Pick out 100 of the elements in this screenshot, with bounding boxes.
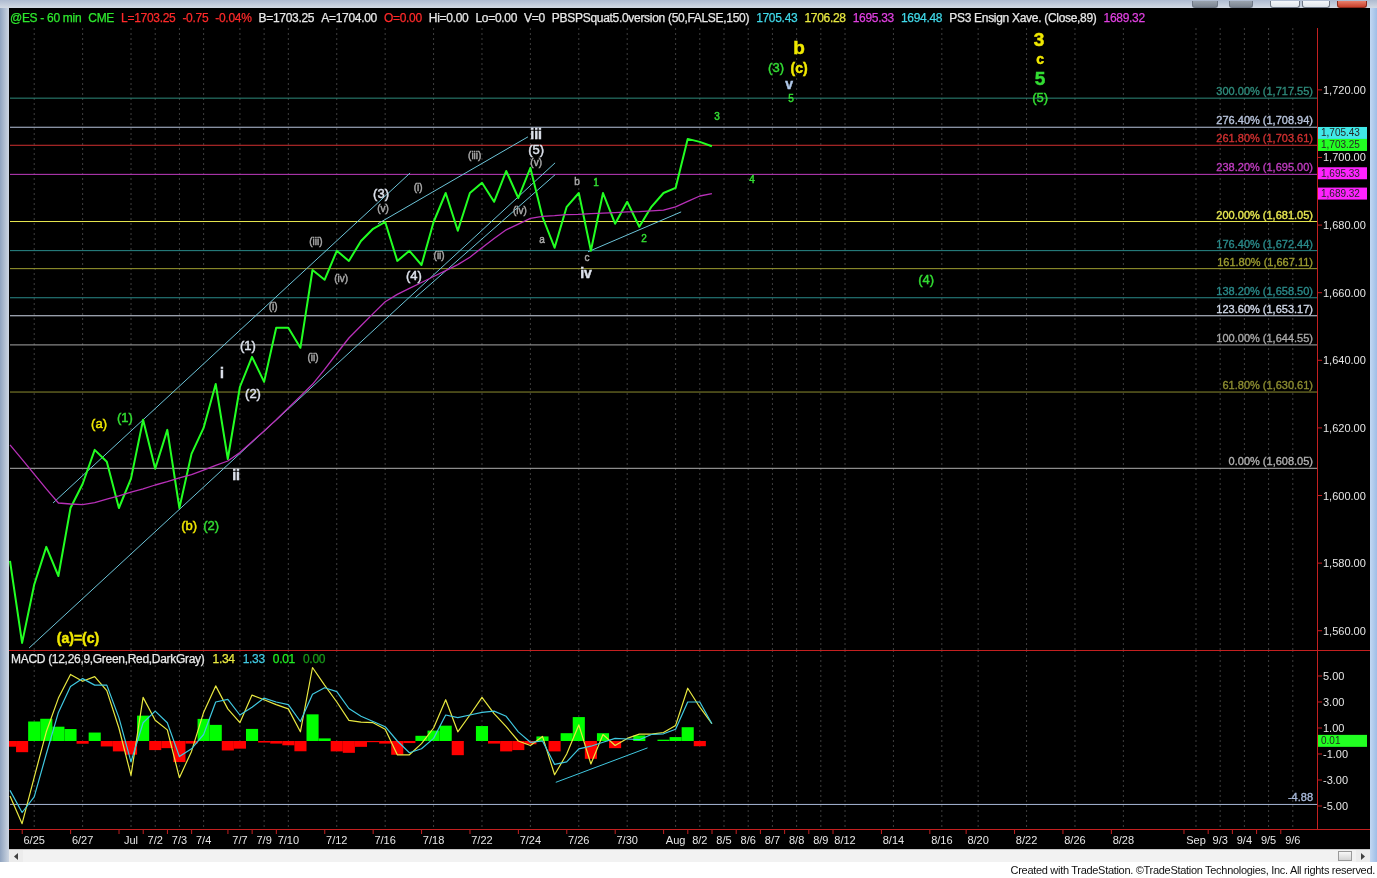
- quote-text: 1705.43: [756, 11, 798, 25]
- date-label: 7/3: [171, 834, 188, 846]
- date-label: 7/30: [616, 834, 638, 846]
- quote-text: Hi=0.00: [428, 11, 469, 25]
- wave-label: (b): [181, 518, 198, 534]
- date-label: 7/12: [326, 834, 348, 846]
- macd-axis-label: 1.00: [1323, 722, 1345, 734]
- quote-text: PS3 Ensign Xave. (Close,89): [949, 11, 1097, 25]
- wave-label: (c): [790, 59, 808, 76]
- indicator-label: 0.00: [303, 652, 326, 666]
- wave-label: iv: [580, 264, 592, 281]
- window-button[interactable]: [1302, 1, 1330, 8]
- date-label: 8/7: [764, 834, 781, 846]
- reference-label: -4.88: [1287, 791, 1313, 804]
- wave-label: (5): [1032, 89, 1049, 105]
- date-label: 8/28: [1112, 834, 1135, 846]
- histogram-bar: [633, 735, 646, 741]
- price-marker: 1,695.33: [1318, 167, 1367, 180]
- date-label: 8/16: [931, 834, 953, 846]
- fib-label: 138.20% (1,658.50): [1216, 284, 1313, 297]
- macd-axis-label: 3.00: [1323, 696, 1345, 708]
- macd-axis-label: -1.00: [1323, 748, 1349, 760]
- quote-text: 1694.48: [900, 11, 943, 25]
- wave-label: 5: [1034, 68, 1046, 90]
- fib-label: 100.00% (1,644.55): [1216, 331, 1313, 344]
- scroll-right-button[interactable]: [1356, 850, 1370, 862]
- scrollbar[interactable]: [9, 849, 1370, 862]
- date-label: 7/7: [232, 834, 248, 846]
- wave-label: (2): [245, 386, 261, 402]
- wave-label: 3: [714, 111, 720, 123]
- close-button[interactable]: [1337, 1, 1367, 8]
- wave-label: (2): [203, 518, 220, 534]
- wave-label: 5: [788, 92, 794, 104]
- date-label: 8/14: [882, 834, 905, 846]
- wave-label: i: [220, 364, 224, 381]
- wave-label: (1): [117, 410, 133, 426]
- quote-text: @ES - 60 min: [10, 11, 82, 25]
- date-label: 8/26: [1064, 834, 1086, 846]
- macd-axis-label: -5.00: [1323, 800, 1349, 812]
- date-label: 8/9: [813, 834, 829, 846]
- window-button[interactable]: [1270, 1, 1300, 8]
- date-label: 6/27: [71, 834, 94, 846]
- value-marker: 0.01: [1318, 734, 1367, 747]
- quote-text: 1706.28: [804, 11, 846, 25]
- fib-label: 161.80% (1,667.11): [1217, 255, 1313, 268]
- wave-label: (v): [530, 156, 542, 168]
- quote-text: O=0.00: [383, 11, 422, 25]
- wave-label: (v): [377, 203, 389, 215]
- date-label: 9/3: [1212, 834, 1228, 846]
- date-label: 7/4: [196, 834, 212, 846]
- wave-label: (4): [406, 268, 422, 284]
- quote-text: 1695.33: [852, 11, 894, 25]
- wave-label: (iii): [468, 150, 482, 162]
- fib-label: 61.80% (1,630.61): [1222, 379, 1313, 392]
- indicator-label: 1.33: [242, 652, 265, 666]
- price-axis-label: 1,660.00: [1323, 286, 1366, 299]
- date-label: 9/5: [1260, 834, 1277, 846]
- indicator-label: MACD (12,26,9,Green,Red,DarkGray): [11, 652, 205, 666]
- price-axis-label: 1,620.00: [1323, 421, 1366, 434]
- price-axis-label: 1,580.00: [1323, 557, 1366, 570]
- price-axis-label: 1,560.00: [1323, 624, 1366, 637]
- wave-label: (iv): [334, 273, 349, 285]
- wave-label: 4: [749, 174, 755, 186]
- right-arrow-icon: [1361, 852, 1365, 860]
- wave-label: b: [793, 37, 805, 59]
- wave-label: c: [584, 252, 590, 264]
- quote-text: L=1703.25: [121, 11, 176, 25]
- wave-label: (1): [240, 338, 256, 354]
- macd-axis-label: 5.00: [1323, 670, 1345, 682]
- date-label: 8/20: [967, 834, 989, 846]
- scrollbar-thumb[interactable]: [1338, 851, 1352, 861]
- price-marker: 1,705.43: [1318, 126, 1367, 139]
- wave-label: b: [574, 176, 580, 188]
- wave-label: (iv): [513, 205, 527, 217]
- window-button[interactable]: [1192, 1, 1218, 8]
- date-label: 7/10: [277, 834, 300, 846]
- wave-label: (3): [373, 186, 389, 202]
- price-marker: 1,689.32: [1318, 187, 1367, 200]
- quote-text: V=0: [524, 11, 545, 25]
- fib-label: 238.20% (1,695.00): [1216, 161, 1313, 174]
- quote-text: Lo=0.00: [475, 11, 518, 25]
- macd-axis-label: -3.00: [1323, 774, 1349, 786]
- wave-label: 2: [641, 233, 647, 245]
- wave-label: (iii): [309, 236, 323, 248]
- scroll-left-button[interactable]: [9, 850, 23, 862]
- date-label: Jul: [124, 834, 139, 846]
- date-label: 8/8: [788, 834, 805, 846]
- date-label: Aug: [665, 834, 686, 846]
- fib-label: 0.00% (1,608.05): [1228, 455, 1313, 468]
- date-label: 8/2: [692, 834, 708, 846]
- date-label: 8/22: [1015, 834, 1038, 846]
- wave-label: (a)=(c): [56, 629, 100, 646]
- wave-label: c: [1036, 50, 1044, 67]
- date-label: 7/2: [147, 834, 163, 846]
- fib-label: 261.80% (1,703.61): [1216, 132, 1313, 145]
- window-button[interactable]: [1229, 1, 1253, 8]
- copyright-text: Created with TradeStation. ©TradeStation Technologies, Inc. All rights reserved.: [1010, 864, 1375, 876]
- left-arrow-icon: [14, 852, 18, 860]
- date-label: 7/9: [256, 834, 272, 846]
- wave-label: (4): [918, 271, 935, 287]
